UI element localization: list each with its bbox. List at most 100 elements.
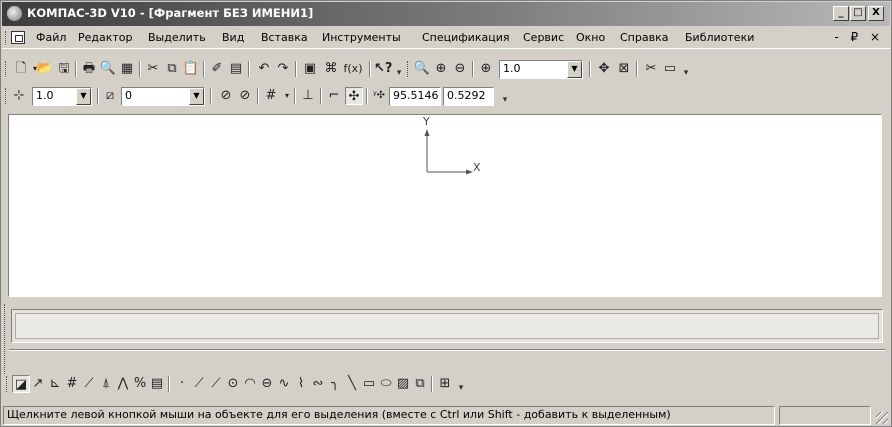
menu-tools[interactable]: Инструменты [322, 31, 401, 44]
fillet-icon[interactable]: ╮ [326, 375, 344, 393]
bezier-icon[interactable]: ∾ [309, 375, 327, 393]
menu-select[interactable]: Выделить [148, 31, 206, 44]
zoom-in-icon[interactable]: ⊕ [432, 60, 450, 78]
status-bar: Щелкните левой кнопкой мыши на объекте д… [2, 405, 890, 426]
report-icon[interactable]: ▤ [148, 375, 166, 393]
equidistant-icon[interactable]: ⧉ [411, 375, 429, 393]
toolbar-grip[interactable] [407, 61, 410, 77]
parametric-mode-icon[interactable]: ✣ [345, 87, 363, 105]
show-all-icon[interactable]: ⊠ [615, 60, 633, 78]
resize-grip[interactable] [876, 412, 888, 424]
zoom-out-icon[interactable]: ⊖ [451, 60, 469, 78]
point-icon[interactable]: · [173, 375, 191, 393]
manager-icon[interactable]: ▣ [301, 60, 319, 78]
axis-x-label: X [473, 161, 481, 174]
local-snap-icon[interactable]: ⊘ [236, 87, 254, 105]
zoom-scale-combo[interactable]: 1.0 ▼ [499, 60, 583, 79]
chevron-down-icon[interactable]: ▼ [567, 61, 582, 78]
toolbar-separator [472, 61, 474, 77]
toolbar-grip[interactable] [5, 88, 8, 104]
open-icon[interactable]: 📂 [36, 60, 54, 78]
edit-icon[interactable]: # [63, 375, 81, 393]
table-icon[interactable]: ▤ [227, 60, 245, 78]
properties-icon[interactable]: ▦ [118, 60, 136, 78]
menu-window[interactable]: Окно [576, 31, 605, 44]
circle-icon[interactable]: ⊙ [224, 375, 242, 393]
properties-panel-grip[interactable] [4, 304, 8, 374]
dimensions-icon[interactable]: ↗ [29, 375, 47, 393]
contour-icon[interactable]: ⬭ [377, 375, 395, 393]
close-button[interactable]: X [868, 6, 884, 21]
rectangle-icon[interactable]: ▭ [360, 375, 378, 393]
cursor-x-field[interactable]: 95.5146 [389, 87, 441, 106]
menu-help[interactable]: Справка [620, 31, 668, 44]
zoom-scale-icon[interactable]: ⊕ [477, 60, 495, 78]
menu-editor[interactable]: Редактор [78, 31, 133, 44]
zoom-window-icon[interactable]: 🔍 [413, 60, 431, 78]
toolbar-overflow-chevron[interactable]: ▾ [394, 62, 404, 78]
toolbar-grip[interactable] [5, 61, 8, 77]
layer-combo[interactable]: 0 ▼ [121, 87, 205, 106]
screen-icon[interactable]: ▭ [661, 60, 679, 78]
toolbar-overflow-chevron[interactable]: ▾ [500, 89, 510, 105]
undo-icon[interactable]: ↶ [255, 60, 273, 78]
menu-service[interactable]: Сервис [523, 31, 564, 44]
segment-icon[interactable]: ⟋ [207, 375, 225, 393]
document-system-menu-icon[interactable] [11, 31, 25, 44]
menu-libraries[interactable]: Библиотеки [685, 31, 754, 44]
chevron-down-icon[interactable]: ▼ [189, 88, 204, 105]
library-icon[interactable]: ⌘ [322, 60, 340, 78]
spec-icon[interactable]: % [131, 375, 149, 393]
cursor-step-icon[interactable]: ⊹ [10, 87, 28, 105]
layer-icon[interactable]: ⧄ [101, 87, 119, 105]
cut-icon[interactable]: ✂ [144, 60, 162, 78]
local-coordinate-system-icon[interactable]: ⊥ [299, 87, 317, 105]
menu-specification[interactable]: Спецификация [422, 31, 509, 44]
redo-icon[interactable]: ↷ [274, 60, 292, 78]
minimize-button[interactable]: _ [833, 6, 849, 21]
pan-icon[interactable]: ✥ [595, 60, 613, 78]
mdi-window-controls[interactable]: - ₽ × [834, 30, 884, 44]
chamfer-icon[interactable]: ╲ [343, 375, 361, 393]
spline-icon[interactable]: ∿ [275, 375, 293, 393]
chevron-down-icon[interactable]: ▼ [76, 88, 91, 105]
ellipse-icon[interactable]: ⊖ [258, 375, 276, 393]
hatch-icon[interactable]: ▨ [394, 375, 412, 393]
maximize-button[interactable]: □ [850, 6, 866, 21]
paste-icon[interactable]: 📋 [182, 60, 200, 78]
measure-icon[interactable]: ⍋ [97, 375, 115, 393]
geometry-icon[interactable]: ◪ [12, 375, 30, 393]
menu-view[interactable]: Вид [222, 31, 244, 44]
context-help-icon[interactable]: ↖? [374, 60, 392, 78]
print-preview-icon[interactable]: 🔍 [99, 60, 117, 78]
menu-grip[interactable] [5, 31, 8, 45]
toolbar-separator [75, 61, 77, 77]
auxiliary-line-icon[interactable]: ⟋ [190, 375, 208, 393]
toolbar-overflow-chevron[interactable]: ▾ [456, 377, 466, 393]
insert-fragment-icon[interactable]: ⊞ [436, 375, 454, 393]
save-icon[interactable]: 🖫 [55, 60, 73, 78]
function-fx-icon[interactable]: f(x) [340, 60, 366, 78]
selection-icon[interactable]: ⋀ [114, 375, 132, 393]
cursor-y-field[interactable]: 0.5292 [443, 87, 494, 106]
drawing-canvas[interactable]: Y X [8, 114, 882, 297]
kompas-app-icon[interactable] [6, 5, 23, 22]
symbols-icon[interactable]: ⊾ [46, 375, 64, 393]
ortho-mode-icon[interactable]: ⌐ [325, 87, 343, 105]
refresh-icon[interactable]: ✂ [642, 60, 660, 78]
parametrization-icon[interactable]: ⟋ [80, 375, 98, 393]
format-brush-icon[interactable]: ✐ [208, 60, 226, 78]
snap-icon[interactable]: ⊘ [217, 87, 235, 105]
step-value: 1.0 [36, 89, 54, 102]
polyline-icon[interactable]: ⌇ [292, 375, 310, 393]
title-bar[interactable]: КОМПАС-3D V10 - [Фрагмент БЕЗ ИМЕНИ1] _ … [2, 2, 890, 26]
step-combo[interactable]: 1.0 ▼ [32, 87, 92, 106]
toolbar-overflow-chevron[interactable]: ▾ [681, 62, 691, 78]
copy-icon[interactable]: ⧉ [163, 60, 181, 78]
arc-icon[interactable]: ◠ [241, 375, 259, 393]
menu-file[interactable]: Файл [36, 31, 66, 44]
print-icon[interactable]: 🖶 [80, 60, 98, 78]
toolbar-grip[interactable] [6, 376, 9, 392]
properties-panel [11, 309, 883, 343]
menu-insert[interactable]: Вставка [261, 31, 308, 44]
